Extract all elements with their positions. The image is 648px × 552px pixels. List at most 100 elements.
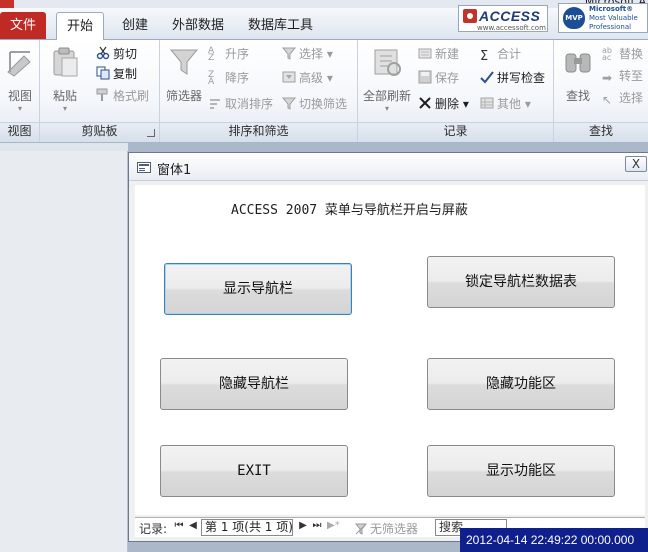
refresh-icon — [374, 49, 401, 76]
exit-button[interactable]: EXIT — [160, 445, 348, 497]
previous-record-icon[interactable]: ◀ — [187, 520, 199, 531]
totals-button[interactable]: Σ 合计 — [480, 44, 521, 64]
group-records: 全部刷新 ▾ 新建 保存 删除 ▾ Σ 合计 拼写检查 其他 ▾ 记录 — [358, 40, 554, 142]
show-navigation-button[interactable]: 显示导航栏 — [164, 263, 352, 315]
delete-record-button[interactable]: 删除 ▾ — [418, 94, 469, 114]
group-clipboard-label: 剪贴板 — [81, 124, 118, 138]
form-window: 窗体1 X ACCESS 2007 菜单与导航栏开启与屏蔽 显示导航栏 锁定导航… — [128, 152, 648, 542]
sigma-icon: Σ — [480, 49, 489, 64]
access-logo: ACCESS www.accessoft.com — [458, 5, 548, 32]
spelling-button[interactable]: 拼写检查 — [480, 68, 545, 88]
advanced-caret-icon: ▾ — [323, 71, 333, 85]
filter-off-icon — [355, 523, 367, 535]
hide-navigation-button[interactable]: 隐藏导航栏 — [160, 358, 348, 410]
more-table-icon — [480, 97, 494, 109]
more-records-label: 其他 — [497, 97, 522, 111]
new-record-nav-icon[interactable]: ▶* — [327, 520, 340, 531]
delete-caret-icon: ▾ — [459, 97, 469, 111]
mvp-line1: Microsoft® — [589, 5, 634, 13]
hide-ribbon-button[interactable]: 隐藏功能区 — [427, 358, 615, 410]
group-find: 查找 ab ac 替换 ➡ 转至 ↖ 选择 查找 — [554, 40, 648, 142]
record-position-field[interactable]: 第 1 项(共 1 项) — [201, 519, 293, 536]
selection-filter-button[interactable]: 选择 ▾ — [282, 44, 333, 64]
refresh-all-label: 全部刷新 — [362, 89, 411, 103]
goto-button[interactable]: ➡ 转至 — [602, 66, 643, 86]
no-filter-indicator[interactable]: 无筛选器 — [355, 520, 418, 537]
mvp-badge-icon: MVP — [563, 7, 585, 29]
lock-navigation-table-button[interactable]: 锁定导航栏数据表 — [427, 256, 615, 308]
save-record-button[interactable]: 保存 — [418, 68, 459, 88]
format-painter-button[interactable]: 格式刷 — [96, 86, 149, 106]
form-title: 窗体1 — [157, 163, 192, 178]
goto-arrow-icon: ➡ — [602, 71, 613, 85]
replace-button[interactable]: ab ac 替换 — [602, 44, 643, 64]
funnel-icon — [169, 49, 199, 75]
new-record-icon — [418, 48, 432, 59]
form-icon — [137, 162, 151, 173]
close-icon[interactable]: X — [625, 156, 647, 172]
record-label: 记录: — [139, 522, 168, 536]
access-logo-url: www.accessoft.com — [477, 24, 546, 32]
copy-button[interactable]: 复制 — [96, 64, 137, 84]
copy-icon — [96, 66, 110, 80]
next-record-icon[interactable]: ▶ — [297, 520, 309, 531]
refresh-all-button[interactable]: 全部刷新 ▾ — [360, 44, 414, 114]
show-ribbon-button[interactable]: 显示功能区 — [427, 445, 615, 497]
scissors-icon — [96, 46, 110, 60]
app-icon — [0, 0, 14, 8]
remove-sort-button[interactable]: 取消排序 — [208, 94, 273, 114]
last-record-icon[interactable]: ⏭ — [311, 520, 323, 531]
access-logo-word: ACCESS — [479, 8, 541, 24]
no-filter-label: 无筛选器 — [370, 522, 419, 536]
delete-x-icon — [419, 97, 431, 109]
ribbon-tab-bar: Microsoft A 文件 开始 创建 外部数据 数据库工具 ACCESS w… — [0, 0, 648, 41]
sort-descending-icon: ZA — [208, 70, 215, 87]
advanced-filter-button[interactable]: 高级 ▾ — [282, 68, 333, 88]
tab-home[interactable]: 开始 — [56, 12, 104, 41]
spelling-label: 拼写检查 — [497, 71, 546, 85]
sort-descending-button[interactable]: Z A 降序 — [208, 68, 249, 88]
filter-label: 筛选器 — [165, 89, 202, 103]
timestamp-overlay: 2012-04-14 22:49:22 00:00.000 — [460, 528, 648, 552]
remove-sort-label: 取消排序 — [225, 97, 274, 111]
find-button[interactable]: 查找 — [558, 44, 598, 114]
filter-button[interactable]: 筛选器 — [162, 44, 206, 114]
view-button[interactable]: 视图 ▾ — [0, 44, 40, 114]
paste-caret-icon: ▾ — [62, 104, 67, 113]
ribbon: 视图 ▾ 视图 粘贴 ▾ 剪切 复制 格式刷 剪贴板 筛选器 A Z 升序 Z … — [0, 40, 648, 142]
access-logo-icon — [463, 9, 477, 23]
first-record-icon[interactable]: ⏮ — [173, 520, 185, 531]
mvp-line3: Professional — [589, 23, 632, 31]
tab-create[interactable]: 创建 — [112, 12, 158, 39]
delete-record-label: 删除 — [435, 97, 460, 111]
tab-file[interactable]: 文件 — [0, 12, 46, 39]
select-label: 选择 — [619, 91, 644, 105]
group-view-label: 视图 — [7, 124, 32, 138]
remove-sort-icon — [210, 99, 220, 109]
clipboard-dialog-launcher-icon[interactable] — [147, 129, 155, 137]
spelling-check-icon — [480, 71, 494, 84]
toggle-filter-button[interactable]: 切换筛选 — [282, 94, 347, 114]
form-caption-bar: 窗体1 X — [129, 153, 648, 181]
paste-button[interactable]: 粘贴 ▾ — [44, 44, 86, 114]
mvp-line2: Most Valuable — [589, 14, 638, 22]
binoculars-icon — [565, 53, 591, 73]
group-find-label: 查找 — [588, 124, 613, 138]
cut-button[interactable]: 剪切 — [96, 44, 137, 64]
mvp-logo: MVP Microsoft® Most Valuable Professiona… — [558, 3, 648, 33]
replace-label: 替换 — [619, 47, 644, 61]
navigation-pane-header — [0, 143, 128, 151]
format-painter-label: 格式刷 — [113, 89, 150, 103]
select-button[interactable]: ↖ 选择 — [602, 88, 643, 108]
tab-external-data[interactable]: 外部数据 — [162, 12, 234, 39]
totals-label: 合计 — [497, 47, 522, 61]
more-records-button[interactable]: 其他 ▾ — [480, 94, 531, 114]
view-label: 视图 — [7, 89, 32, 103]
new-record-button[interactable]: 新建 — [418, 44, 459, 64]
form-heading: ACCESS 2007 菜单与导航栏开启与屏蔽 — [231, 203, 468, 218]
selection-filter-icon — [282, 47, 296, 60]
cursor-arrow-icon: ↖ — [602, 93, 613, 107]
tab-database-tools[interactable]: 数据库工具 — [238, 12, 323, 39]
clipboard-icon — [53, 47, 78, 77]
sort-ascending-button[interactable]: A Z 升序 — [208, 44, 249, 64]
